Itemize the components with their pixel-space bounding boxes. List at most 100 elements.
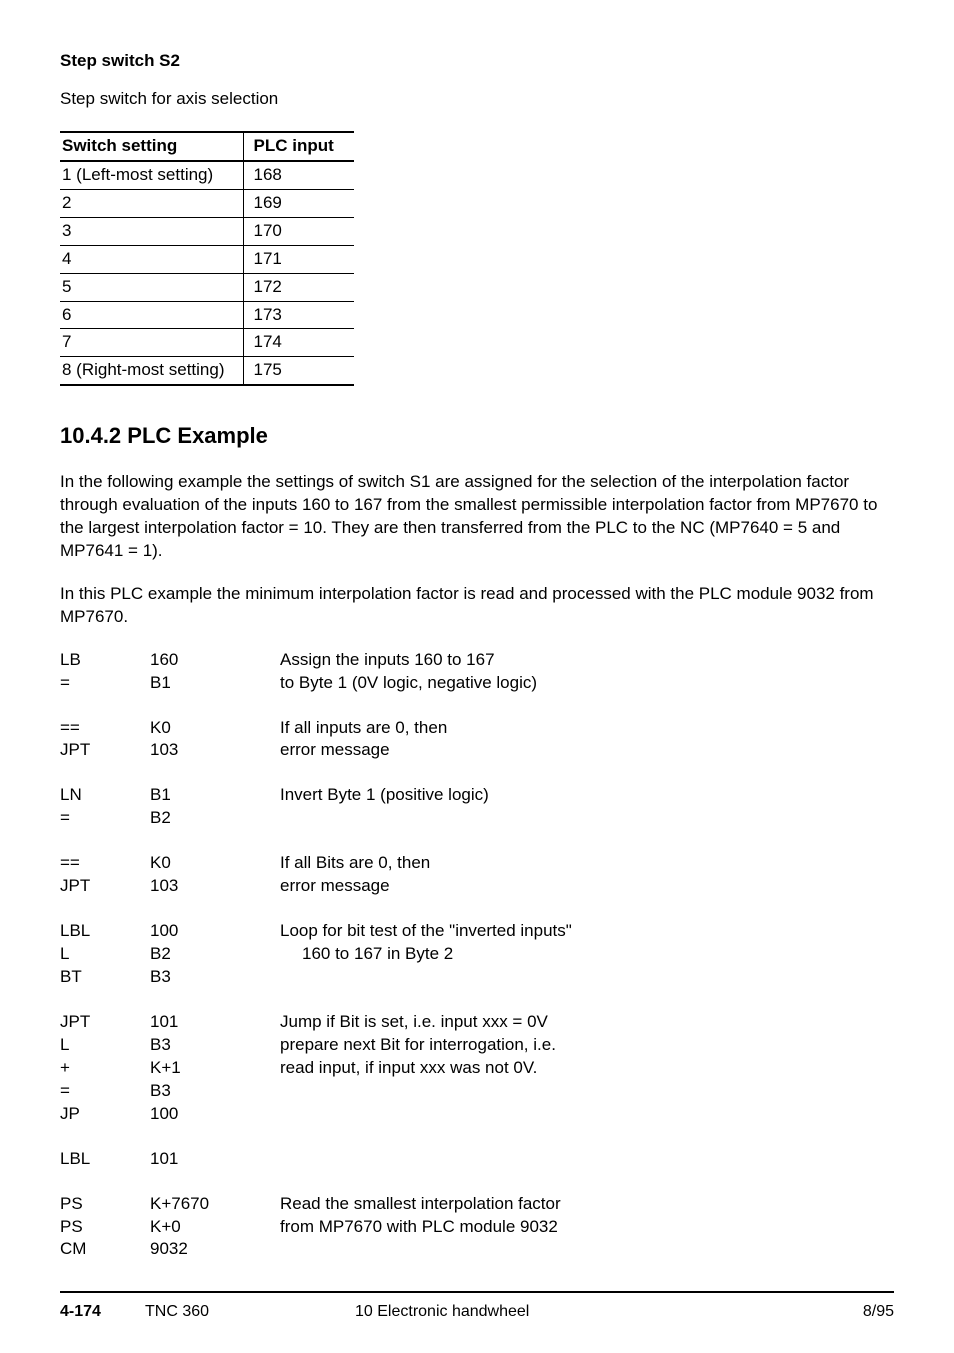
code-comment: to Byte 1 (0V logic, negative logic): [280, 672, 894, 695]
code-comment: If all Bits are 0, then: [280, 852, 894, 875]
footer-page-number: 4-174: [60, 1301, 145, 1323]
code-op: JP: [60, 1103, 150, 1126]
code-arg: 103: [150, 739, 280, 762]
switch-table: Switch setting PLC input 1 (Left-most se…: [60, 131, 354, 386]
code-op: LBL: [60, 920, 150, 943]
code-comment: error message: [280, 875, 894, 898]
code-line: LNB1Invert Byte 1 (positive logic): [60, 784, 894, 807]
code-arg: K+0: [150, 1216, 280, 1239]
cell-plc-input: 170: [243, 217, 354, 245]
code-op: =: [60, 807, 150, 830]
cell-plc-input: 172: [243, 273, 354, 301]
code-arg: K0: [150, 852, 280, 875]
cell-setting: 5: [60, 273, 243, 301]
code-op: LB: [60, 649, 150, 672]
code-comment: 160 to 167 in Byte 2: [280, 943, 894, 966]
code-op: PS: [60, 1193, 150, 1216]
footer-date: 8/95: [863, 1301, 894, 1323]
col-header-plc: PLC input: [243, 132, 354, 161]
code-arg: 103: [150, 875, 280, 898]
code-blank-line: [60, 1126, 894, 1148]
code-blank-line: [60, 898, 894, 920]
code-arg: 101: [150, 1011, 280, 1034]
cell-setting: 6: [60, 301, 243, 329]
code-comment: read input, if input xxx was not 0V.: [280, 1057, 894, 1080]
code-blank-line: [60, 695, 894, 717]
plc-code-block: LB160Assign the inputs 160 to 167=B1to B…: [60, 649, 894, 1262]
code-op: ==: [60, 852, 150, 875]
intro-paragraph-2: In this PLC example the minimum interpol…: [60, 583, 894, 629]
code-op: =: [60, 1080, 150, 1103]
code-line: PSK+0from MP7670 with PLC module 9032: [60, 1216, 894, 1239]
code-line: +K+1read input, if input xxx was not 0V.: [60, 1057, 894, 1080]
table-row: 1 (Left-most setting)168: [60, 161, 354, 189]
code-comment: [280, 1103, 894, 1126]
code-op: LBL: [60, 1148, 150, 1171]
code-line: LB3prepare next Bit for interrogation, i…: [60, 1034, 894, 1057]
code-line: JP100: [60, 1103, 894, 1126]
cell-plc-input: 171: [243, 245, 354, 273]
code-op: PS: [60, 1216, 150, 1239]
code-arg: B1: [150, 672, 280, 695]
code-comment: If all inputs are 0, then: [280, 717, 894, 740]
code-line: LBL101: [60, 1148, 894, 1171]
code-line: =B1to Byte 1 (0V logic, negative logic): [60, 672, 894, 695]
table-row: 8 (Right-most setting)175: [60, 357, 354, 385]
intro-paragraph-1: In the following example the settings of…: [60, 471, 894, 563]
cell-setting: 1 (Left-most setting): [60, 161, 243, 189]
cell-setting: 3: [60, 217, 243, 245]
code-arg: B3: [150, 966, 280, 989]
code-arg: B2: [150, 807, 280, 830]
table-row: 5172: [60, 273, 354, 301]
cell-setting: 4: [60, 245, 243, 273]
code-op: JPT: [60, 739, 150, 762]
cell-setting: 8 (Right-most setting): [60, 357, 243, 385]
code-line: ==K0If all Bits are 0, then: [60, 852, 894, 875]
code-comment: [280, 807, 894, 830]
code-line: JPT103error message: [60, 739, 894, 762]
step-switch-title: Step switch S2: [60, 50, 894, 73]
code-comment: Read the smallest interpolation factor: [280, 1193, 894, 1216]
code-comment: Loop for bit test of the "inverted input…: [280, 920, 894, 943]
code-op: CM: [60, 1238, 150, 1261]
code-comment: prepare next Bit for interrogation, i.e.: [280, 1034, 894, 1057]
code-line: PSK+7670Read the smallest interpolation …: [60, 1193, 894, 1216]
cell-plc-input: 173: [243, 301, 354, 329]
code-line: LBL100Loop for bit test of the "inverted…: [60, 920, 894, 943]
cell-plc-input: 168: [243, 161, 354, 189]
code-arg: 100: [150, 920, 280, 943]
table-row: 3170: [60, 217, 354, 245]
code-line: LB160Assign the inputs 160 to 167: [60, 649, 894, 672]
cell-plc-input: 175: [243, 357, 354, 385]
code-op: L: [60, 1034, 150, 1057]
cell-plc-input: 174: [243, 329, 354, 357]
code-comment: Invert Byte 1 (positive logic): [280, 784, 894, 807]
table-row: 2169: [60, 189, 354, 217]
code-arg: B3: [150, 1080, 280, 1103]
code-op: JPT: [60, 1011, 150, 1034]
code-comment: [280, 1148, 894, 1171]
cell-plc-input: 169: [243, 189, 354, 217]
section-heading: 10.4.2 PLC Example: [60, 421, 894, 451]
page-footer: 4-174 TNC 360 10 Electronic handwheel 8/…: [60, 1291, 894, 1323]
code-line: CM9032: [60, 1238, 894, 1261]
code-arg: B1: [150, 784, 280, 807]
code-line: JPT101Jump if Bit is set, i.e. input xxx…: [60, 1011, 894, 1034]
code-op: BT: [60, 966, 150, 989]
table-row: 4171: [60, 245, 354, 273]
code-comment: [280, 1238, 894, 1261]
code-blank-line: [60, 1171, 894, 1193]
footer-model: TNC 360: [145, 1301, 355, 1323]
col-header-setting: Switch setting: [60, 132, 243, 161]
code-comment: [280, 966, 894, 989]
code-arg: K+1: [150, 1057, 280, 1080]
code-line: =B2: [60, 807, 894, 830]
code-arg: K0: [150, 717, 280, 740]
code-line: ==K0If all inputs are 0, then: [60, 717, 894, 740]
code-comment: error message: [280, 739, 894, 762]
step-switch-subtitle: Step switch for axis selection: [60, 88, 894, 111]
cell-setting: 7: [60, 329, 243, 357]
code-arg: B2: [150, 943, 280, 966]
code-blank-line: [60, 989, 894, 1011]
code-arg: 9032: [150, 1238, 280, 1261]
